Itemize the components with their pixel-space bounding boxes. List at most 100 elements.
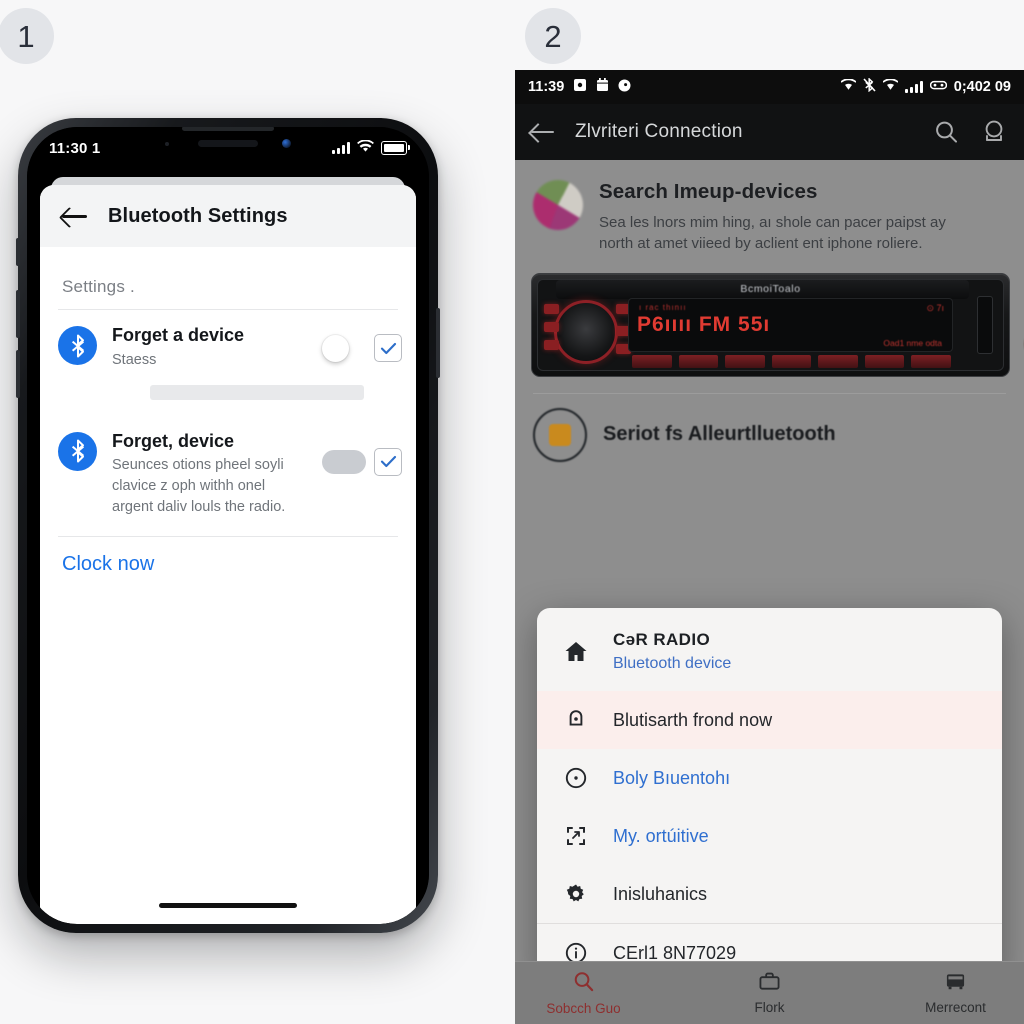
sheet-item-clock[interactable]: Boly Bıuentohı (537, 749, 1002, 807)
battery-icon (381, 141, 410, 155)
nav-label: Sobcch Guo (546, 1001, 621, 1016)
preference-checkbox[interactable] (374, 447, 402, 476)
signal-bars-icon (332, 142, 350, 154)
globe-avatar-icon (533, 180, 583, 230)
panel-step-1: 1 11:30 1 Bluetooth Settings Settings . … (0, 0, 512, 1024)
nav-item-search[interactable]: Sobcch Guo (529, 970, 639, 1016)
settings-app-card: Bluetooth Settings Settings . Forget a d… (40, 185, 416, 924)
clock-icon (561, 763, 591, 793)
nav-item-work[interactable]: Flork (715, 971, 825, 1015)
sheet-item-share[interactable]: My. ortúitive (537, 807, 1002, 865)
radio-lcd-display: ı rac thınıı ⊙ 7ı P6ıııı FM 55ı Oad1 nme… (628, 297, 953, 352)
sheet-item-label: Inisluhanics (613, 883, 708, 904)
device-subtitle: Bluetooth device (613, 655, 732, 672)
radio-volume-knob (554, 299, 618, 364)
account-icon[interactable] (980, 118, 1008, 146)
sheet-item-pair[interactable]: Blutisarth frond now (537, 691, 1002, 749)
sim-icon (573, 78, 587, 96)
sheet-item-label: My. ortúitive (613, 825, 709, 846)
back-arrow-icon[interactable] (62, 206, 88, 226)
radio-brand-text: BcmoiToalo (740, 282, 801, 295)
preference-row[interactable]: Forget a device Staess (40, 310, 416, 381)
signal-bars-icon (904, 81, 923, 93)
android-screenshot: 11:39 0;402 09 Zlvriteri Connection Sear… (515, 70, 1024, 1024)
home-icon (561, 637, 591, 667)
device-name: CəR RADIO (613, 630, 711, 649)
phone-screen: 11:30 1 Bluetooth Settings Settings . Fo… (27, 127, 429, 924)
mute-switch[interactable] (16, 238, 20, 266)
lcd-line-1: ı rac thınıı (639, 302, 687, 312)
lcd-line-3: Oad1 nme odta (883, 337, 942, 348)
step-badge-2: 2 (525, 8, 581, 64)
share-icon (561, 821, 591, 851)
lcd-line-4: ⊙ 7ı (926, 302, 944, 313)
wifi-icon (840, 78, 857, 95)
preference-subtitle: Staess (112, 351, 157, 368)
section-label: Settings . (62, 277, 135, 296)
sheet-item-label: Boly Bıuentohı (613, 767, 731, 788)
bluetooth-icon (58, 431, 97, 471)
android-content: Search Imeup-devices Sea les lnors mim h… (515, 160, 1024, 1024)
preference-subtitle: Seunces otions pheel soyli clavice z oph… (112, 457, 286, 516)
content-placeholder-bar (150, 384, 364, 400)
bottom-navigation: Sobcch Guo Flork Merrecont (515, 961, 1024, 1024)
bluetooth-icon (58, 326, 97, 365)
notch (135, 127, 321, 157)
home-indicator[interactable] (159, 903, 297, 908)
briefcase-icon (758, 971, 781, 997)
action-link-row[interactable]: Clock now (40, 537, 416, 576)
earpiece-speaker-icon (198, 140, 258, 147)
preference-toggle[interactable] (322, 449, 366, 474)
lcd-line-2: P6ıııı FM 55ı (637, 312, 771, 336)
status-time: 11:30 1 (49, 139, 101, 157)
wifi-icon (357, 138, 374, 157)
secondary-header: Seriot fs Alleurtlluetooth (515, 394, 1024, 462)
phone-bezel: 11:30 1 Bluetooth Settings Settings . Fo… (27, 127, 429, 924)
step-badge-1: 1 (0, 8, 54, 64)
preference-row[interactable]: Forget, device Seunces otions pheel soyl… (40, 416, 416, 529)
status-right-text: 0;402 09 (953, 79, 1011, 95)
bell-icon (561, 705, 591, 735)
proximity-sensor-icon (165, 142, 169, 146)
panel-step-2: 2 11:39 0;402 09 Zlvriteri Connection Se… (512, 0, 1024, 1024)
preference-checkbox[interactable] (374, 334, 402, 362)
preference-toggle[interactable] (322, 335, 366, 362)
wifi-icon (882, 78, 899, 95)
volume-up-button[interactable] (16, 290, 20, 338)
secondary-heading: Seriot fs Alleurtlluetooth (603, 423, 836, 446)
app-bar: Bluetooth Settings (40, 185, 416, 247)
nav-item-transit[interactable]: Merrecont (901, 971, 1011, 1015)
record-icon (618, 79, 631, 96)
calendar-icon (596, 78, 609, 96)
nav-label: Merrecont (925, 1000, 986, 1015)
radio-cd-slot (977, 295, 993, 354)
content-body: Sea les lnors mim hing, aı shole can pac… (599, 214, 946, 253)
radio-preset-buttons (632, 354, 952, 368)
status-time: 11:39 (528, 79, 565, 95)
front-camera-icon (282, 139, 291, 148)
bluetooth-off-icon (863, 77, 876, 96)
clock-now-link[interactable]: Clock now (62, 553, 154, 575)
sheet-item-device[interactable]: CəR RADIO Bluetooth device (537, 608, 1002, 691)
earpiece-slit (182, 127, 274, 131)
back-arrow-icon[interactable] (531, 123, 555, 141)
content-heading: Search Imeup-devices (599, 180, 818, 203)
content-header: Search Imeup-devices Sea les lnors mim h… (515, 160, 1024, 255)
sheet-item-label: Blutisarth frond now (613, 709, 773, 730)
sheet-item-settings[interactable]: Inisluhanics (537, 865, 1002, 923)
preference-title: Forget a device (112, 325, 245, 345)
iphone-mockup: 11:30 1 Bluetooth Settings Settings . Fo… (16, 118, 440, 933)
bottom-sheet-dialog: CəR RADIO Bluetooth device Blutisarth fr… (537, 608, 1002, 982)
volume-down-button[interactable] (16, 350, 20, 398)
car-radio-image: BcmoiToalo ı rac thınıı ⊙ 7ı P6ıııı FM 5… (531, 272, 1010, 377)
nav-label: Flork (754, 1000, 785, 1015)
lock-icon (533, 407, 587, 462)
bus-icon (944, 971, 967, 997)
vr-icon (929, 79, 947, 95)
page-title: Zlvriteri Connection (575, 121, 743, 142)
search-icon[interactable] (932, 118, 960, 146)
android-app-bar: Zlvriteri Connection (515, 104, 1024, 160)
gear-icon (561, 879, 591, 909)
power-button[interactable] (436, 308, 440, 378)
android-status-bar: 11:39 0;402 09 (515, 70, 1024, 104)
